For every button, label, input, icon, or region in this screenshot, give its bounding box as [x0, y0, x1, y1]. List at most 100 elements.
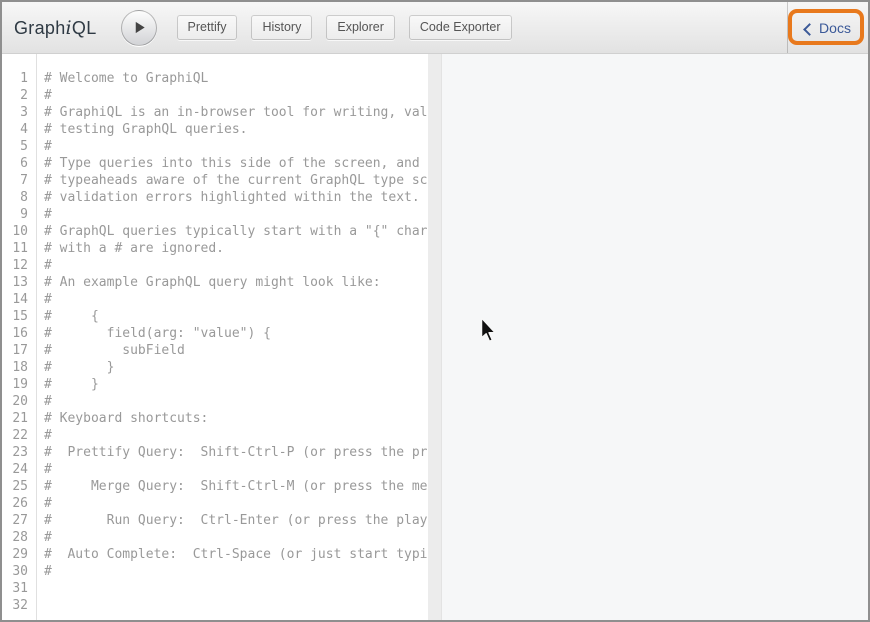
code-line: 15 # {	[2, 308, 428, 325]
code-text: # GraphQL queries typically start with a…	[44, 224, 428, 239]
code-line: 30 #	[2, 563, 428, 580]
line-number: 32	[2, 597, 28, 614]
code-line: 7# typeaheads aware of the current Graph…	[2, 172, 428, 189]
line-number: 28	[2, 529, 28, 546]
code-text: # An example GraphQL query might look li…	[44, 275, 381, 290]
code-line: 28 #	[2, 529, 428, 546]
code-text: #	[44, 530, 52, 545]
code-text: # }	[44, 377, 99, 392]
line-number: 12	[2, 257, 28, 274]
code-line: 8 # validation errors highlighted within …	[2, 189, 428, 206]
code-line: 17 # subField	[2, 342, 428, 359]
code-line: 32	[2, 597, 428, 614]
code-text: #	[44, 462, 52, 477]
code-line: 19 # }	[2, 376, 428, 393]
app-logo: GraphiQL	[14, 17, 97, 39]
line-number: 4	[2, 121, 28, 138]
code-text: # Type queries into this side of the scr…	[44, 156, 428, 171]
line-number: 23	[2, 444, 28, 461]
code-line: 16 # field(arg: "value") {	[2, 325, 428, 342]
code-line: 27 # Run Query: Ctrl-Enter (or press the …	[2, 512, 428, 529]
code-text: # Run Query: Ctrl-Enter (or press the pl…	[44, 513, 428, 528]
code-line: 2#	[2, 87, 428, 104]
line-number: 20	[2, 393, 28, 410]
code-line: 6 # Type queries into this side of the sc…	[2, 155, 428, 172]
code-line: 3# GraphiQL is an in-browser tool for wr…	[2, 104, 428, 121]
code-text: # }	[44, 360, 114, 375]
code-text: #	[44, 139, 52, 154]
code-line: 13# An example GraphQL query might look …	[2, 274, 428, 291]
line-number: 19	[2, 376, 28, 393]
line-number: 2	[2, 87, 28, 104]
docs-button[interactable]: Docs	[805, 20, 851, 36]
logo-text-graph: Graph	[14, 18, 66, 38]
play-icon	[132, 20, 147, 35]
code-text: # GraphiQL is an in-browser tool for wri…	[44, 105, 428, 120]
code-text: # testing GraphQL queries.	[44, 122, 248, 137]
line-number: 30	[2, 563, 28, 580]
code-text: # Merge Query: Shift-Ctrl-M (or press th…	[44, 479, 428, 494]
code-text: # typeaheads aware of the current GraphQ…	[44, 173, 428, 188]
line-number: 27	[2, 512, 28, 529]
code-text: # Auto Complete: Ctrl-Space (or just sta…	[44, 547, 428, 562]
explorer-button[interactable]: Explorer	[326, 15, 395, 40]
line-number: 21	[2, 410, 28, 427]
code-text: # Keyboard shortcuts:	[44, 411, 208, 426]
pane-resizer[interactable]	[428, 54, 441, 620]
code-line: 11 # with a # are ignored.	[2, 240, 428, 257]
line-number: 22	[2, 427, 28, 444]
code-line: 29 # Auto Complete: Ctrl-Space (or just s…	[2, 546, 428, 563]
code-text: # validation errors highlighted within t…	[44, 190, 420, 205]
line-number: 10	[2, 223, 28, 240]
history-button[interactable]: History	[251, 15, 312, 40]
toolbar-button-group: Prettify History Explorer Code Exporter	[177, 15, 512, 40]
code-line: 24 #	[2, 461, 428, 478]
code-line: 10 # GraphQL queries typically start with…	[2, 223, 428, 240]
line-number: 9	[2, 206, 28, 223]
line-number: 16	[2, 325, 28, 342]
docs-button-label: Docs	[819, 20, 851, 36]
code-text: #	[44, 88, 52, 103]
code-line: 23 # Prettify Query: Shift-Ctrl-P (or pre…	[2, 444, 428, 461]
code-exporter-button[interactable]: Code Exporter	[409, 15, 512, 40]
line-number: 24	[2, 461, 28, 478]
line-number: 5	[2, 138, 28, 155]
code-text: # field(arg: "value") {	[44, 326, 271, 341]
graphiql-window: GraphiQL Prettify History Explorer Code …	[0, 0, 870, 622]
code-text: # with a # are ignored.	[44, 241, 224, 256]
query-editor[interactable]: 1# Welcome to GraphiQL2#3# GraphiQL is a…	[2, 54, 428, 620]
code-line: 9#	[2, 206, 428, 223]
execute-query-button[interactable]	[121, 10, 157, 46]
code-text: #	[44, 207, 52, 222]
editor-split: 1# Welcome to GraphiQL2#3# GraphiQL is a…	[2, 54, 868, 620]
line-number: 15	[2, 308, 28, 325]
docs-area: Docs	[787, 2, 868, 53]
line-number: 6	[2, 155, 28, 172]
code-text: # subField	[44, 343, 185, 358]
code-line: 31	[2, 580, 428, 597]
code-text: #	[44, 564, 52, 579]
code-text: #	[44, 394, 52, 409]
code-text: #	[44, 292, 52, 307]
code-line: 21 # Keyboard shortcuts:	[2, 410, 428, 427]
code-line: 20 #	[2, 393, 428, 410]
code-line: 12 #	[2, 257, 428, 274]
code-text: # Prettify Query: Shift-Ctrl-P (or press…	[44, 445, 428, 460]
code-line: 4 # testing GraphQL queries.	[2, 121, 428, 138]
line-number: 17	[2, 342, 28, 359]
code-line: 18 # }	[2, 359, 428, 376]
toolbar: GraphiQL Prettify History Explorer Code …	[2, 2, 868, 54]
line-number: 8	[2, 189, 28, 206]
code-line: 26#	[2, 495, 428, 512]
code-text: #	[44, 258, 52, 273]
code-line: 14#	[2, 291, 428, 308]
line-number: 11	[2, 240, 28, 257]
logo-text-ql: QL	[72, 18, 97, 38]
line-number: 29	[2, 546, 28, 563]
line-number: 1	[2, 70, 28, 87]
line-number: 18	[2, 359, 28, 376]
code-line: 22 #	[2, 427, 428, 444]
code-text: # {	[44, 309, 99, 324]
prettify-button[interactable]: Prettify	[177, 15, 238, 40]
code-text: #	[44, 428, 52, 443]
